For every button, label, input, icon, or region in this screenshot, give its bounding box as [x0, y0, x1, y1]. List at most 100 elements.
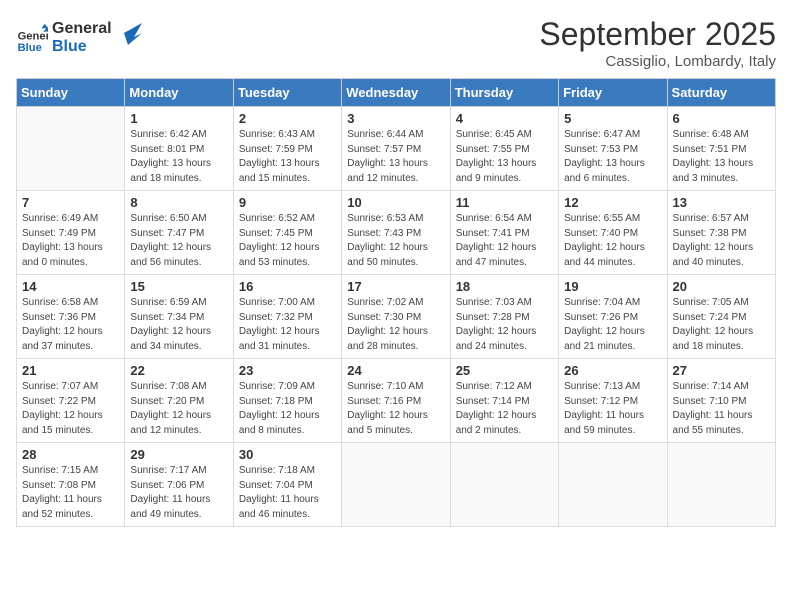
day-number: 21	[22, 363, 119, 378]
day-info: Sunrise: 6:52 AMSunset: 7:45 PMDaylight:…	[239, 212, 336, 270]
calendar-cell	[450, 443, 558, 527]
calendar-cell: 11 Sunrise: 6:54 AMSunset: 7:41 PMDayligh…	[450, 191, 558, 275]
calendar-week-row: 1 Sunrise: 6:42 AMSunset: 8:01 PMDaylight…	[17, 107, 776, 191]
calendar-cell	[342, 443, 450, 527]
calendar-cell: 30Sunrise: 7:18 AMSunset: 7:04 PMDayligh…	[233, 443, 341, 527]
calendar-cell: 9 Sunrise: 6:52 AMSunset: 7:45 PMDaylight…	[233, 191, 341, 275]
day-info: Sunrise: 7:12 AMSunset: 7:14 PMDaylight:…	[456, 380, 553, 438]
day-info: Sunrise: 6:59 AMSunset: 7:34 PMDaylight:…	[130, 296, 227, 354]
day-info: Sunrise: 6:48 AMSunset: 7:51 PMDaylight:…	[673, 128, 770, 186]
calendar-cell: 19Sunrise: 7:04 AMSunset: 7:26 PMDayligh…	[559, 275, 667, 359]
calendar-day-header: Friday	[559, 79, 667, 107]
day-info: Sunrise: 7:17 AMSunset: 7:06 PMDaylight:…	[130, 464, 227, 522]
day-number: 14	[22, 279, 119, 294]
calendar-week-row: 28 Sunrise: 7:15 AMSunset: 7:08 PMDayligh…	[17, 443, 776, 527]
calendar-cell: 3 Sunrise: 6:44 AMSunset: 7:57 PMDaylight…	[342, 107, 450, 191]
day-info: Sunrise: 7:15 AMSunset: 7:08 PMDaylight:…	[22, 464, 119, 522]
calendar-cell: 12 Sunrise: 6:55 AMSunset: 7:40 PMDayligh…	[559, 191, 667, 275]
day-number: 10	[347, 195, 444, 210]
calendar-cell: 13Sunrise: 6:57 AMSunset: 7:38 PMDayligh…	[667, 191, 775, 275]
logo-bird-icon	[114, 23, 142, 45]
calendar-week-row: 14 Sunrise: 6:58 AMSunset: 7:36 PMDayligh…	[17, 275, 776, 359]
calendar-cell: 7Sunrise: 6:49 AMSunset: 7:49 PMDaylight…	[17, 191, 125, 275]
calendar-cell: 2 Sunrise: 6:43 AMSunset: 7:59 PMDaylight…	[233, 107, 341, 191]
day-info: Sunrise: 7:18 AMSunset: 7:04 PMDaylight:…	[239, 464, 336, 522]
day-info: Sunrise: 7:05 AMSunset: 7:24 PMDaylight:…	[673, 296, 770, 354]
day-number: 22	[130, 363, 227, 378]
day-info: Sunrise: 6:42 AMSunset: 8:01 PMDaylight:…	[130, 128, 227, 186]
calendar-cell: 14 Sunrise: 6:58 AMSunset: 7:36 PMDayligh…	[17, 275, 125, 359]
day-info: Sunrise: 6:57 AMSunset: 7:38 PMDaylight:…	[673, 212, 770, 270]
day-number: 1	[130, 111, 227, 126]
calendar-cell: 1 Sunrise: 6:42 AMSunset: 8:01 PMDaylight…	[125, 107, 233, 191]
calendar-cell: 18Sunrise: 7:03 AMSunset: 7:28 PMDayligh…	[450, 275, 558, 359]
calendar-cell: 8Sunrise: 6:50 AMSunset: 7:47 PMDaylight…	[125, 191, 233, 275]
calendar-cell: 20 Sunrise: 7:05 AMSunset: 7:24 PMDayligh…	[667, 275, 775, 359]
day-number: 28	[22, 447, 119, 462]
day-info: Sunrise: 7:00 AMSunset: 7:32 PMDaylight:…	[239, 296, 336, 354]
calendar-cell: 4 Sunrise: 6:45 AMSunset: 7:55 PMDaylight…	[450, 107, 558, 191]
day-info: Sunrise: 6:43 AMSunset: 7:59 PMDaylight:…	[239, 128, 336, 186]
day-number: 2	[239, 111, 336, 126]
page-header: General Blue General Blue September 2025…	[16, 16, 776, 70]
day-info: Sunrise: 7:03 AMSunset: 7:28 PMDaylight:…	[456, 296, 553, 354]
calendar-day-header: Monday	[125, 79, 233, 107]
calendar-cell: 27 Sunrise: 7:14 AMSunset: 7:10 PMDayligh…	[667, 359, 775, 443]
day-number: 15	[130, 279, 227, 294]
svg-text:General: General	[18, 30, 48, 42]
day-number: 3	[347, 111, 444, 126]
day-number: 5	[564, 111, 661, 126]
calendar-header-row: SundayMondayTuesdayWednesdayThursdayFrid…	[17, 79, 776, 107]
day-info: Sunrise: 6:55 AMSunset: 7:40 PMDaylight:…	[564, 212, 661, 270]
day-info: Sunrise: 7:08 AMSunset: 7:20 PMDaylight:…	[130, 380, 227, 438]
calendar-cell: 10 Sunrise: 6:53 AMSunset: 7:43 PMDayligh…	[342, 191, 450, 275]
calendar-cell: 25 Sunrise: 7:12 AMSunset: 7:14 PMDayligh…	[450, 359, 558, 443]
calendar-cell: 6 Sunrise: 6:48 AMSunset: 7:51 PMDaylight…	[667, 107, 775, 191]
day-info: Sunrise: 6:58 AMSunset: 7:36 PMDaylight:…	[22, 296, 119, 354]
day-number: 20	[673, 279, 770, 294]
day-info: Sunrise: 6:53 AMSunset: 7:43 PMDaylight:…	[347, 212, 444, 270]
calendar-cell: 15 Sunrise: 6:59 AMSunset: 7:34 PMDayligh…	[125, 275, 233, 359]
calendar-day-header: Saturday	[667, 79, 775, 107]
day-number: 12	[564, 195, 661, 210]
day-number: 11	[456, 195, 553, 210]
logo-icon: General Blue	[16, 22, 48, 54]
day-info: Sunrise: 6:47 AMSunset: 7:53 PMDaylight:…	[564, 128, 661, 186]
day-number: 26	[564, 363, 661, 378]
day-number: 7	[22, 195, 119, 210]
calendar-day-header: Sunday	[17, 79, 125, 107]
calendar-cell: 29Sunrise: 7:17 AMSunset: 7:06 PMDayligh…	[125, 443, 233, 527]
day-number: 27	[673, 363, 770, 378]
day-number: 25	[456, 363, 553, 378]
location-subtitle: Cassiglio, Lombardy, Italy	[539, 53, 776, 70]
calendar-cell: 16Sunrise: 7:00 AMSunset: 7:32 PMDayligh…	[233, 275, 341, 359]
calendar-week-row: 7Sunrise: 6:49 AMSunset: 7:49 PMDaylight…	[17, 191, 776, 275]
calendar-cell: 28 Sunrise: 7:15 AMSunset: 7:08 PMDayligh…	[17, 443, 125, 527]
day-number: 4	[456, 111, 553, 126]
day-info: Sunrise: 6:54 AMSunset: 7:41 PMDaylight:…	[456, 212, 553, 270]
logo-general: General	[52, 20, 112, 38]
calendar-cell: 26Sunrise: 7:13 AMSunset: 7:12 PMDayligh…	[559, 359, 667, 443]
svg-text:Blue: Blue	[18, 41, 42, 53]
day-info: Sunrise: 7:09 AMSunset: 7:18 PMDaylight:…	[239, 380, 336, 438]
calendar-day-header: Wednesday	[342, 79, 450, 107]
logo: General Blue General Blue	[16, 20, 142, 55]
calendar-cell: 22 Sunrise: 7:08 AMSunset: 7:20 PMDayligh…	[125, 359, 233, 443]
calendar-cell	[667, 443, 775, 527]
day-number: 17	[347, 279, 444, 294]
day-number: 24	[347, 363, 444, 378]
day-number: 23	[239, 363, 336, 378]
calendar-day-header: Tuesday	[233, 79, 341, 107]
day-info: Sunrise: 6:44 AMSunset: 7:57 PMDaylight:…	[347, 128, 444, 186]
day-number: 9	[239, 195, 336, 210]
calendar-cell: 24Sunrise: 7:10 AMSunset: 7:16 PMDayligh…	[342, 359, 450, 443]
calendar-cell	[559, 443, 667, 527]
day-number: 19	[564, 279, 661, 294]
month-year-title: September 2025	[539, 16, 776, 53]
day-number: 6	[673, 111, 770, 126]
calendar-cell: 17Sunrise: 7:02 AMSunset: 7:30 PMDayligh…	[342, 275, 450, 359]
day-number: 8	[130, 195, 227, 210]
calendar-week-row: 21Sunrise: 7:07 AMSunset: 7:22 PMDayligh…	[17, 359, 776, 443]
day-info: Sunrise: 7:14 AMSunset: 7:10 PMDaylight:…	[673, 380, 770, 438]
day-info: Sunrise: 6:45 AMSunset: 7:55 PMDaylight:…	[456, 128, 553, 186]
